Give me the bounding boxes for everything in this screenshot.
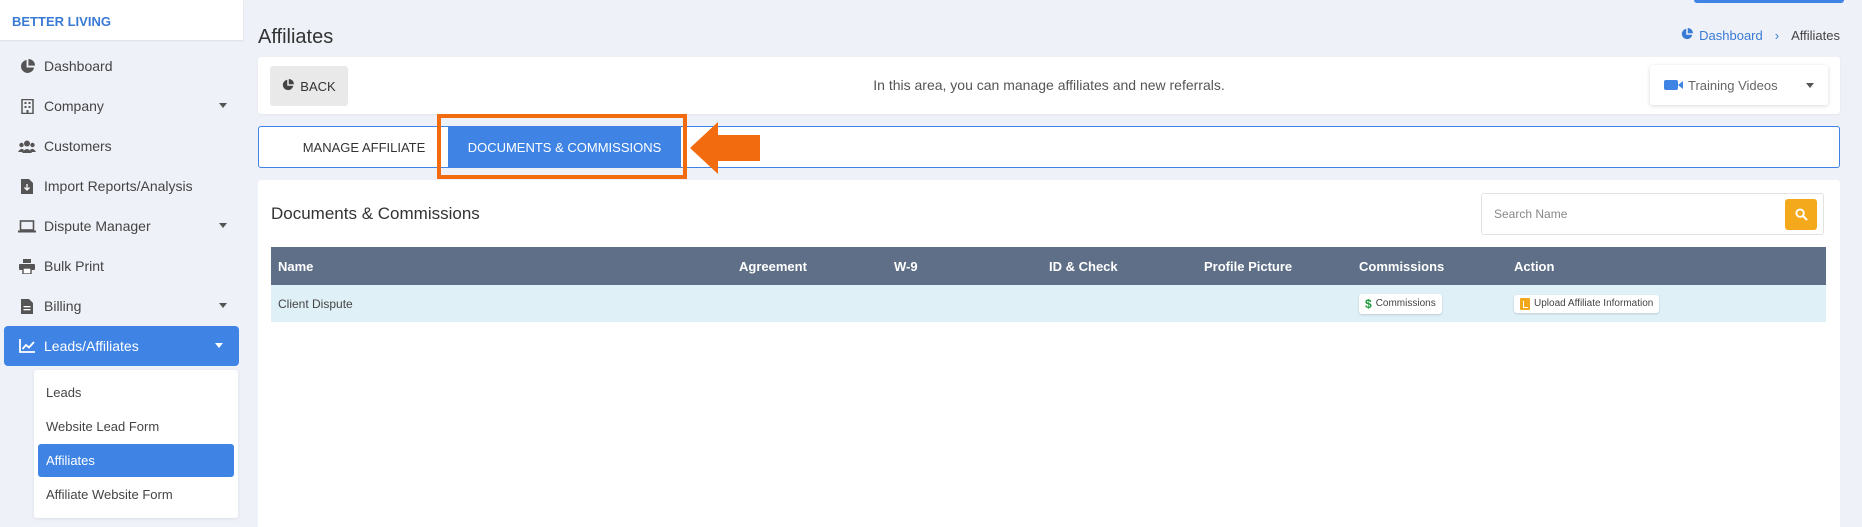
- users-icon: [18, 137, 36, 155]
- highlight-box: [437, 114, 687, 179]
- sidebar: BETTER LIVING Dashboard Company Customer…: [0, 0, 243, 527]
- column-header: Profile Picture: [1204, 258, 1293, 274]
- column-header: Commissions: [1359, 258, 1445, 274]
- printer-icon: [18, 257, 36, 275]
- topbar-accent: [1694, 0, 1844, 3]
- video-camera-icon: [1664, 80, 1683, 90]
- sidebar-item-billing[interactable]: Billing: [0, 286, 243, 326]
- upload-affiliate-info-button[interactable]: Upload Affiliate Information: [1514, 294, 1660, 313]
- sidebar-item-label: Dashboard: [44, 58, 113, 74]
- table-header-row: Name Agreement W-9 ID & Check Profile Pi…: [271, 247, 1826, 285]
- sidebar-item-label: Leads/Affiliates: [44, 338, 139, 354]
- column-header: ID & Check: [1049, 258, 1118, 274]
- training-videos-dropdown[interactable]: Training Videos: [1650, 65, 1828, 105]
- wallet-icon: [18, 297, 36, 315]
- column-header: Action: [1514, 258, 1555, 274]
- file-import-icon: [18, 177, 36, 195]
- column-header: Name: [278, 258, 314, 274]
- commissions-button-label: Commissions: [1375, 298, 1436, 309]
- row-id-check: [1042, 285, 1197, 322]
- search-input[interactable]: [1482, 194, 1782, 234]
- row-w9: [887, 285, 1042, 322]
- chevron-down-icon: [1806, 83, 1814, 88]
- table-row: Client Dispute $ Commissions Upload Affi…: [271, 285, 1826, 322]
- row-action: Upload Affiliate Information: [1507, 285, 1826, 322]
- sidebar-item-dashboard[interactable]: Dashboard: [0, 46, 243, 86]
- documents-table: Name Agreement W-9 ID & Check Profile Pi…: [271, 247, 1826, 322]
- sidebar-item-label: Import Reports/Analysis: [44, 178, 193, 194]
- sidebar-item-import-reports[interactable]: Import Reports/Analysis: [0, 166, 243, 206]
- upload-button-label: Upload Affiliate Information: [1534, 298, 1654, 309]
- sidebar-item-bulk-print[interactable]: Bulk Print: [0, 246, 243, 286]
- sidebar-item-label: Dispute Manager: [44, 218, 151, 234]
- row-name: Client Dispute: [278, 296, 353, 311]
- submenu-item-affiliate-website-form[interactable]: Affiliate Website Form: [38, 478, 234, 511]
- info-card: BACK In this area, you can manage affili…: [258, 57, 1840, 114]
- pie-chart-icon: [18, 57, 36, 75]
- search-button[interactable]: [1785, 199, 1817, 230]
- row-profile-picture: [1197, 285, 1352, 322]
- chevron-down-icon: [215, 343, 223, 348]
- chevron-right-icon: ›: [1774, 28, 1780, 43]
- commissions-button[interactable]: $ Commissions: [1359, 293, 1442, 314]
- section-title: Documents & Commissions: [271, 204, 480, 223]
- brand-logo: BETTER LIVING: [0, 0, 243, 40]
- building-icon: [18, 97, 36, 115]
- search-icon: [1794, 208, 1808, 221]
- arrow-left-icon: [690, 122, 760, 174]
- dollar-icon: $: [1365, 296, 1372, 311]
- breadcrumb-current: Affiliates: [1791, 28, 1840, 43]
- submenu-item-leads[interactable]: Leads: [38, 376, 234, 409]
- sidebar-item-dispute-manager[interactable]: Dispute Manager: [0, 206, 243, 246]
- column-header: W-9: [894, 258, 918, 274]
- pie-chart-icon: [1681, 28, 1694, 43]
- breadcrumb: Dashboard › Affiliates: [1681, 28, 1840, 43]
- chart-line-icon: [18, 337, 36, 355]
- tab-manage-affiliate[interactable]: MANAGE AFFILIATE: [279, 127, 449, 167]
- file-upload-icon: [1520, 297, 1530, 310]
- page-title: Affiliates: [258, 26, 334, 48]
- row-commissions: $ Commissions: [1352, 285, 1507, 322]
- documents-card: Documents & Commissions Name Agreement W…: [258, 180, 1840, 527]
- training-videos-label: Training Videos: [1688, 77, 1778, 93]
- chevron-down-icon: [219, 223, 227, 228]
- sidebar-item-company[interactable]: Company: [0, 86, 243, 126]
- column-header: Agreement: [739, 258, 807, 274]
- sidebar-item-label: Customers: [44, 138, 112, 154]
- laptop-icon: [18, 217, 36, 235]
- sidebar-nav: Dashboard Company Customers Import Repor…: [0, 46, 243, 366]
- sidebar-item-label: Billing: [44, 298, 82, 314]
- info-text: In this area, you can manage affiliates …: [873, 77, 1225, 93]
- breadcrumb-dashboard-link[interactable]: Dashboard: [1699, 28, 1763, 43]
- sidebar-item-label: Company: [44, 98, 104, 114]
- search-box: [1481, 193, 1824, 235]
- chevron-down-icon: [219, 103, 227, 108]
- chevron-down-icon: [219, 303, 227, 308]
- leads-submenu: Leads Website Lead Form Affiliates Affil…: [34, 370, 238, 518]
- submenu-item-affiliates[interactable]: Affiliates: [38, 444, 234, 477]
- submenu-item-website-lead-form[interactable]: Website Lead Form: [38, 410, 234, 443]
- sidebar-item-label: Bulk Print: [44, 258, 104, 274]
- row-agreement: [732, 285, 887, 322]
- sidebar-item-customers[interactable]: Customers: [0, 126, 243, 166]
- sidebar-item-leads-affiliates[interactable]: Leads/Affiliates: [4, 326, 239, 366]
